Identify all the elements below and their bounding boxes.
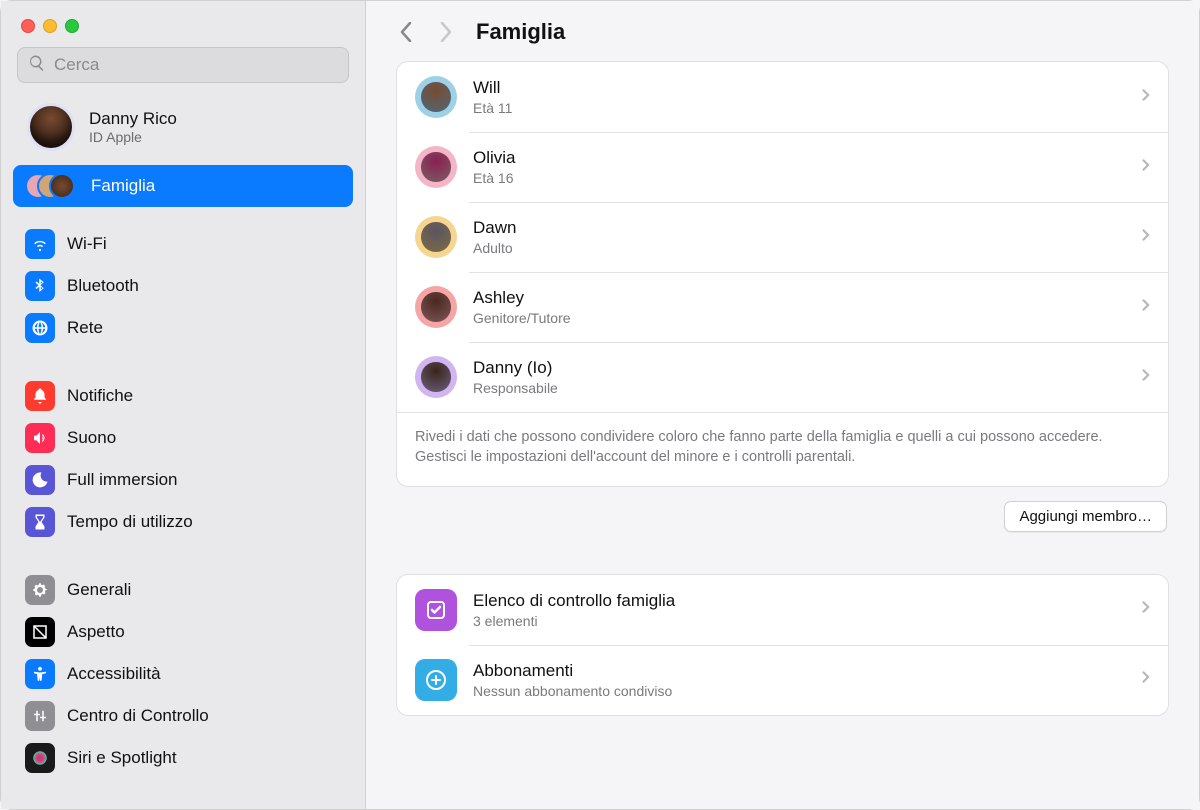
back-button[interactable] xyxy=(396,20,416,44)
chevron-right-icon xyxy=(1141,158,1150,177)
moon-icon xyxy=(25,465,55,495)
sidebar-item-aspect[interactable]: Aspetto xyxy=(13,611,353,653)
member-name: Dawn xyxy=(473,218,1125,238)
family-member-row[interactable]: Dawn Adulto xyxy=(397,202,1168,272)
sidebar-item-label: Famiglia xyxy=(91,176,155,196)
sidebar-item-label: Suono xyxy=(67,428,116,448)
chevron-right-icon xyxy=(1141,368,1150,387)
sidebar-item-wifi[interactable]: Wi-Fi xyxy=(13,223,353,265)
close-window-button[interactable] xyxy=(21,19,35,33)
sidebar-item-label: Tempo di utilizzo xyxy=(67,512,193,532)
header: Famiglia xyxy=(366,1,1199,61)
chevron-right-icon xyxy=(1141,228,1150,247)
sidebar-item-control[interactable]: Centro di Controllo xyxy=(13,695,353,737)
add-member-button[interactable]: Aggiungi membro… xyxy=(1004,501,1167,532)
sidebar-item-moon[interactable]: Full immersion xyxy=(13,459,353,501)
sidebar: Danny Rico ID Apple Famiglia Wi-Fi Blueto… xyxy=(1,1,366,809)
member-name: Ashley xyxy=(473,288,1125,308)
globe-icon xyxy=(25,313,55,343)
main-content: Famiglia Will Età 11 Olivia Età 16 Dawn Adult… xyxy=(366,1,1199,809)
search-icon xyxy=(28,54,46,77)
member-avatar xyxy=(415,286,457,328)
family-sections-card: Elenco di controllo famiglia 3 elementi Ab… xyxy=(396,574,1169,716)
section-subtitle: Nessun abbonamento condiviso xyxy=(473,683,1125,699)
forward-button[interactable] xyxy=(436,20,456,44)
family-avatars-icon xyxy=(25,171,79,201)
sidebar-item-globe[interactable]: Rete xyxy=(13,307,353,349)
sidebar-item-hourglass[interactable]: Tempo di utilizzo xyxy=(13,501,353,543)
page-title: Famiglia xyxy=(476,19,565,45)
member-avatar xyxy=(415,76,457,118)
member-name: Will xyxy=(473,78,1125,98)
sidebar-item-access[interactable]: Accessibilità xyxy=(13,653,353,695)
chevron-right-icon xyxy=(1141,600,1150,619)
chevron-right-icon xyxy=(1141,298,1150,317)
member-role: Genitore/Tutore xyxy=(473,310,1125,326)
sidebar-item-label: Accessibilità xyxy=(67,664,161,684)
user-avatar xyxy=(27,103,75,151)
control-icon xyxy=(25,701,55,731)
member-role: Responsabile xyxy=(473,380,1125,396)
member-name: Danny (Io) xyxy=(473,358,1125,378)
sidebar-item-gear[interactable]: Generali xyxy=(13,569,353,611)
chevron-right-icon xyxy=(1141,670,1150,689)
sidebar-item-label: Siri e Spotlight xyxy=(67,748,177,768)
member-role: Età 16 xyxy=(473,170,1125,186)
subscribe-icon xyxy=(415,659,457,701)
sidebar-item-bell[interactable]: Notifiche xyxy=(13,375,353,417)
sidebar-item-apple-id[interactable]: Danny Rico ID Apple xyxy=(1,95,365,165)
search-field[interactable] xyxy=(17,47,349,83)
member-avatar xyxy=(415,356,457,398)
sidebar-item-label: Notifiche xyxy=(67,386,133,406)
sidebar-item-label: Wi-Fi xyxy=(67,234,107,254)
section-title: Elenco di controllo famiglia xyxy=(473,591,1125,611)
sidebar-item-siri[interactable]: Siri e Spotlight xyxy=(13,737,353,779)
section-subtitle: 3 elementi xyxy=(473,613,1125,629)
gear-icon xyxy=(25,575,55,605)
siri-icon xyxy=(25,743,55,773)
wifi-icon xyxy=(25,229,55,259)
sidebar-item-speaker[interactable]: Suono xyxy=(13,417,353,459)
sidebar-item-label: Rete xyxy=(67,318,103,338)
user-name: Danny Rico xyxy=(89,109,177,129)
chevron-right-icon xyxy=(1141,88,1150,107)
sidebar-item-label: Centro di Controllo xyxy=(67,706,209,726)
bell-icon xyxy=(25,381,55,411)
checklist-icon xyxy=(415,589,457,631)
member-name: Olivia xyxy=(473,148,1125,168)
family-members-card: Will Età 11 Olivia Età 16 Dawn Adulto Ashley Ge… xyxy=(396,61,1169,487)
member-role: Età 11 xyxy=(473,100,1125,116)
members-note: Rivedi i dati che possono condividere co… xyxy=(397,412,1168,486)
section-row[interactable]: Elenco di controllo famiglia 3 elementi xyxy=(397,575,1168,645)
search-input[interactable] xyxy=(54,55,338,75)
family-member-row[interactable]: Ashley Genitore/Tutore xyxy=(397,272,1168,342)
zoom-window-button[interactable] xyxy=(65,19,79,33)
member-avatar xyxy=(415,216,457,258)
family-member-row[interactable]: Danny (Io) Responsabile xyxy=(397,342,1168,412)
access-icon xyxy=(25,659,55,689)
section-title: Abbonamenti xyxy=(473,661,1125,681)
user-subtitle: ID Apple xyxy=(89,129,177,145)
sidebar-item-family[interactable]: Famiglia xyxy=(13,165,353,207)
sidebar-item-label: Full immersion xyxy=(67,470,178,490)
sidebar-item-label: Generali xyxy=(67,580,131,600)
family-member-row[interactable]: Olivia Età 16 xyxy=(397,132,1168,202)
sidebar-item-label: Aspetto xyxy=(67,622,125,642)
sidebar-item-bluetooth[interactable]: Bluetooth xyxy=(13,265,353,307)
speaker-icon xyxy=(25,423,55,453)
member-avatar xyxy=(415,146,457,188)
window-controls xyxy=(1,13,365,47)
bluetooth-icon xyxy=(25,271,55,301)
aspect-icon xyxy=(25,617,55,647)
sidebar-item-label: Bluetooth xyxy=(67,276,139,296)
family-member-row[interactable]: Will Età 11 xyxy=(397,62,1168,132)
minimize-window-button[interactable] xyxy=(43,19,57,33)
member-role: Adulto xyxy=(473,240,1125,256)
section-row[interactable]: Abbonamenti Nessun abbonamento condiviso xyxy=(397,645,1168,715)
hourglass-icon xyxy=(25,507,55,537)
